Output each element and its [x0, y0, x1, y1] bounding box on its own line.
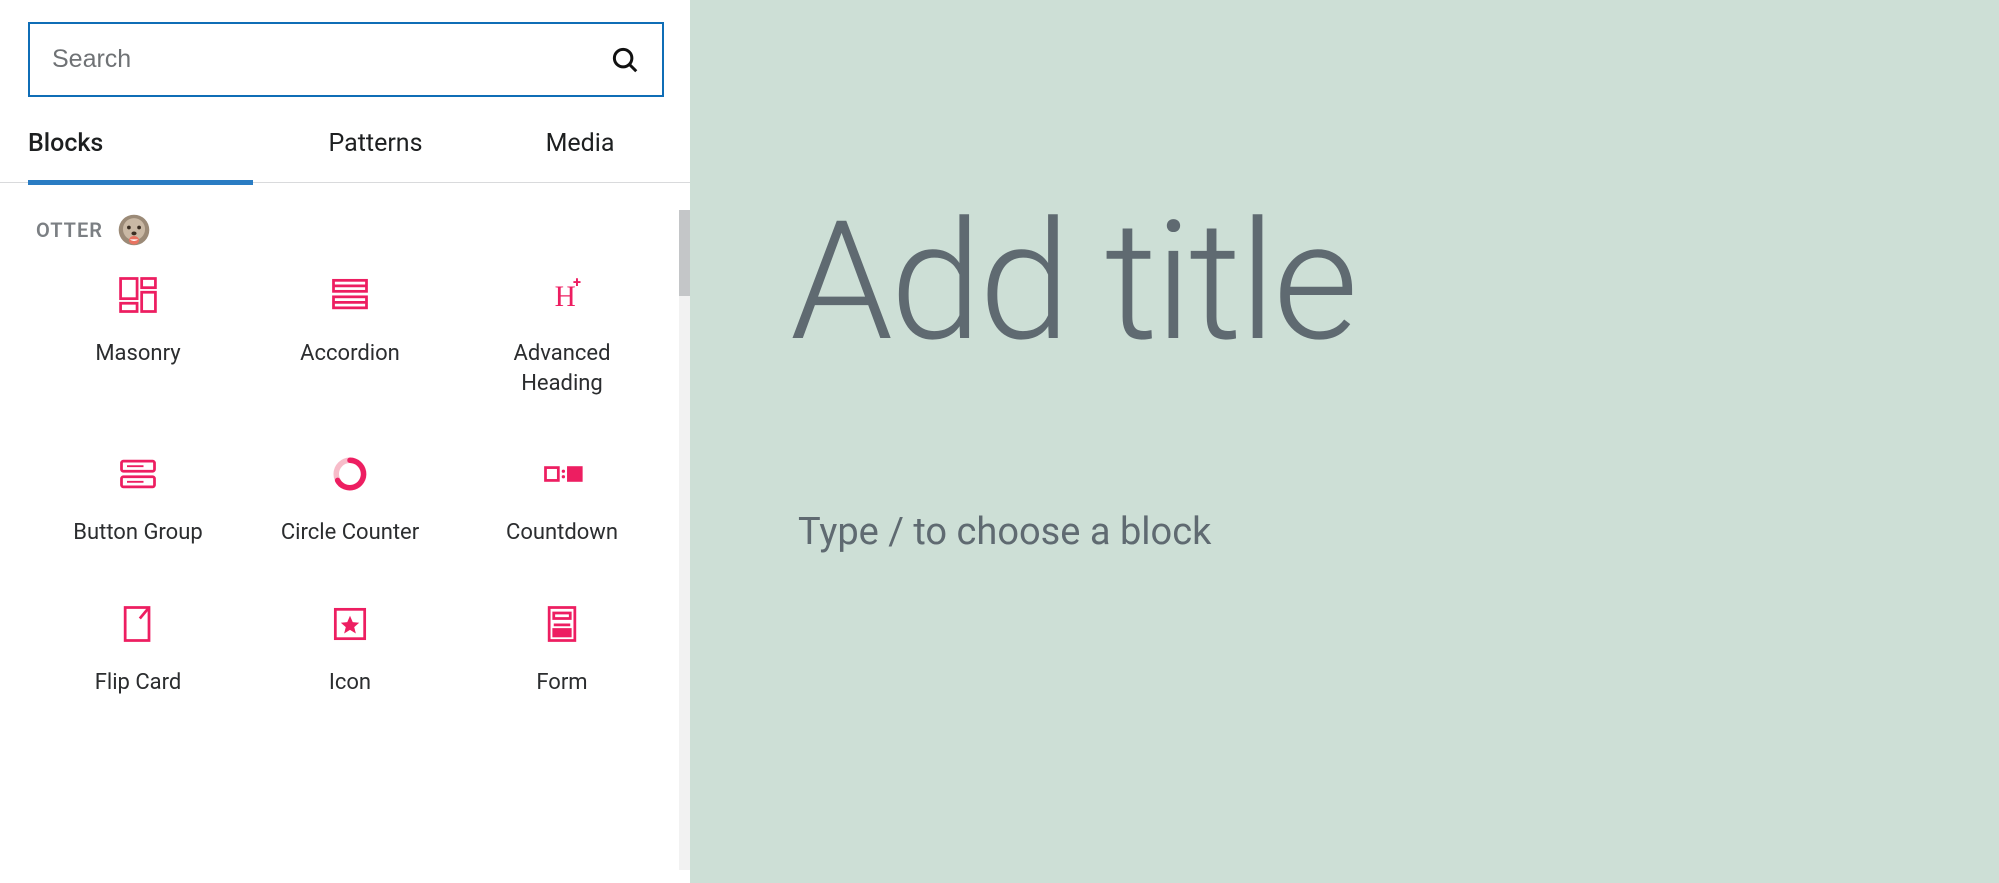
block-inserter-panel: Blocks Patterns Media OTTER [0, 0, 690, 883]
inserter-tabs: Blocks Patterns Media [0, 111, 690, 183]
block-label: Circle Counter [281, 518, 419, 548]
block-button-group[interactable]: Button Group [32, 452, 244, 548]
search-icon[interactable] [610, 45, 640, 75]
scrollbar[interactable] [679, 210, 690, 870]
block-label: Advanced Heading [472, 339, 652, 398]
block-label: Icon [329, 668, 371, 698]
search-input[interactable] [52, 45, 610, 74]
accordion-icon [328, 273, 372, 317]
block-circle-counter[interactable]: Circle Counter [244, 452, 456, 548]
block-icon[interactable]: Icon [244, 602, 456, 698]
block-masonry[interactable]: Masonry [32, 273, 244, 398]
countdown-icon [540, 452, 584, 496]
tab-media[interactable]: Media [498, 111, 662, 182]
svg-text:+: + [573, 273, 581, 291]
blocks-panel: OTTER [0, 183, 690, 883]
flip-card-icon [116, 602, 160, 646]
scrollbar-thumb[interactable] [679, 210, 690, 296]
category-header: OTTER [28, 213, 672, 247]
block-label: Flip Card [95, 668, 182, 698]
advanced-heading-icon: H + [540, 273, 584, 317]
category-label: OTTER [36, 218, 103, 242]
search-wrap [0, 0, 690, 111]
search-box[interactable] [28, 22, 664, 97]
post-body-placeholder[interactable]: Type / to choose a block [798, 510, 1999, 554]
circle-counter-icon [328, 452, 372, 496]
block-label: Countdown [506, 518, 618, 548]
button-group-icon [116, 452, 160, 496]
block-advanced-heading[interactable]: H + Advanced Heading [456, 273, 668, 398]
form-icon [540, 602, 584, 646]
otter-avatar-icon [117, 213, 151, 247]
tab-patterns[interactable]: Patterns [253, 111, 498, 182]
block-accordion[interactable]: Accordion [244, 273, 456, 398]
block-countdown[interactable]: Countdown [456, 452, 668, 548]
post-title-input[interactable]: Add title [790, 200, 1999, 365]
block-label: Masonry [95, 339, 180, 369]
editor-canvas[interactable]: Add title Type / to choose a block [690, 0, 1999, 883]
block-label: Form [536, 668, 587, 698]
masonry-icon [116, 273, 160, 317]
block-form[interactable]: Form [456, 602, 668, 698]
block-flip-card[interactable]: Flip Card [32, 602, 244, 698]
icon-star-icon [328, 602, 372, 646]
block-label: Button Group [73, 518, 202, 548]
block-label: Accordion [300, 339, 400, 369]
tab-blocks[interactable]: Blocks [28, 111, 253, 185]
blocks-grid: Masonry Accordion H + [28, 273, 672, 698]
